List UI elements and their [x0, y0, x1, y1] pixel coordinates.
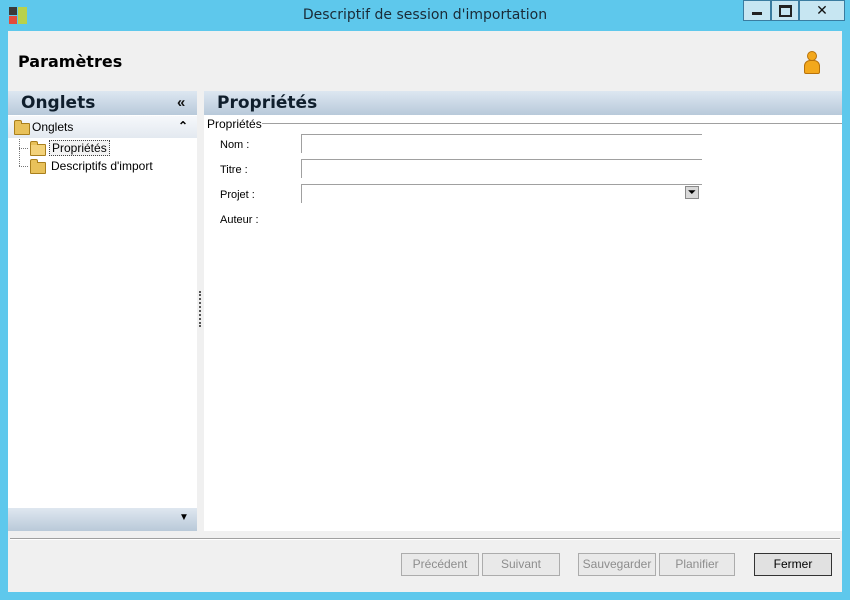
- title-input[interactable]: [301, 159, 702, 178]
- author-label: Auteur :: [220, 214, 259, 226]
- tabs-panel-footer[interactable]: ▼: [8, 508, 197, 531]
- user-icon[interactable]: [802, 51, 820, 74]
- minimize-icon: [752, 12, 762, 15]
- chevron-down-icon[interactable]: ▼: [179, 512, 189, 523]
- client-area: Paramètres Onglets « Onglets ⌃ Propriété…: [8, 31, 842, 592]
- tree-item-descriptifs-import[interactable]: Descriptifs d'import: [51, 159, 153, 173]
- next-button[interactable]: Suivant: [482, 553, 560, 576]
- tree-line: [19, 166, 28, 167]
- open-folder-icon: [30, 141, 46, 156]
- title-label: Titre :: [220, 164, 248, 176]
- previous-button[interactable]: Précédent: [401, 553, 479, 576]
- chevron-down-icon[interactable]: ⏷: [685, 186, 699, 199]
- tabs-panel-header: Onglets «: [8, 91, 197, 115]
- maximize-icon: [778, 4, 792, 17]
- main-window: Descriptif de session d'importation ✕ Pa…: [0, 0, 850, 600]
- project-select[interactable]: [301, 184, 702, 203]
- collapse-panel-icon[interactable]: «: [177, 94, 185, 111]
- properties-section-label: Propriétés: [207, 117, 262, 131]
- properties-panel-header: Propriétés: [204, 91, 842, 115]
- project-label: Projet :: [220, 189, 255, 201]
- close-window-button[interactable]: ✕: [799, 0, 845, 21]
- tabs-panel-title: Onglets: [21, 93, 96, 113]
- name-input[interactable]: [301, 134, 702, 153]
- folder-icon: [30, 159, 46, 174]
- tree-line: [19, 139, 20, 166]
- page-title: Paramètres: [18, 52, 123, 71]
- schedule-button[interactable]: Planifier: [659, 553, 735, 576]
- splitter-handle[interactable]: [199, 291, 203, 327]
- properties-panel: Propriétés Propriétés Nom : Titre : Proj…: [204, 91, 842, 531]
- folder-icon: [14, 120, 30, 135]
- tree-line: [19, 148, 28, 149]
- minimize-button[interactable]: [743, 0, 771, 21]
- close-icon: ✕: [816, 2, 828, 19]
- window-title: Descriptif de session d'importation: [302, 7, 548, 23]
- collapse-group-icon[interactable]: ⌃: [178, 119, 188, 133]
- tree-item-proprietes[interactable]: Propriétés: [49, 140, 110, 156]
- section-divider: [262, 123, 842, 124]
- maximize-button[interactable]: [771, 0, 799, 21]
- tabs-group-header[interactable]: Onglets ⌃: [8, 116, 197, 138]
- properties-panel-title: Propriétés: [217, 93, 318, 113]
- footer-divider: [10, 538, 840, 540]
- name-label: Nom :: [220, 139, 250, 151]
- tabs-group-label: Onglets: [32, 120, 74, 134]
- close-button[interactable]: Fermer: [754, 553, 832, 576]
- save-button[interactable]: Sauvegarder: [578, 553, 656, 576]
- tabs-panel: Onglets « Onglets ⌃ Propriétés Descripti…: [8, 91, 197, 531]
- title-bar[interactable]: Descriptif de session d'importation ✕: [0, 0, 850, 30]
